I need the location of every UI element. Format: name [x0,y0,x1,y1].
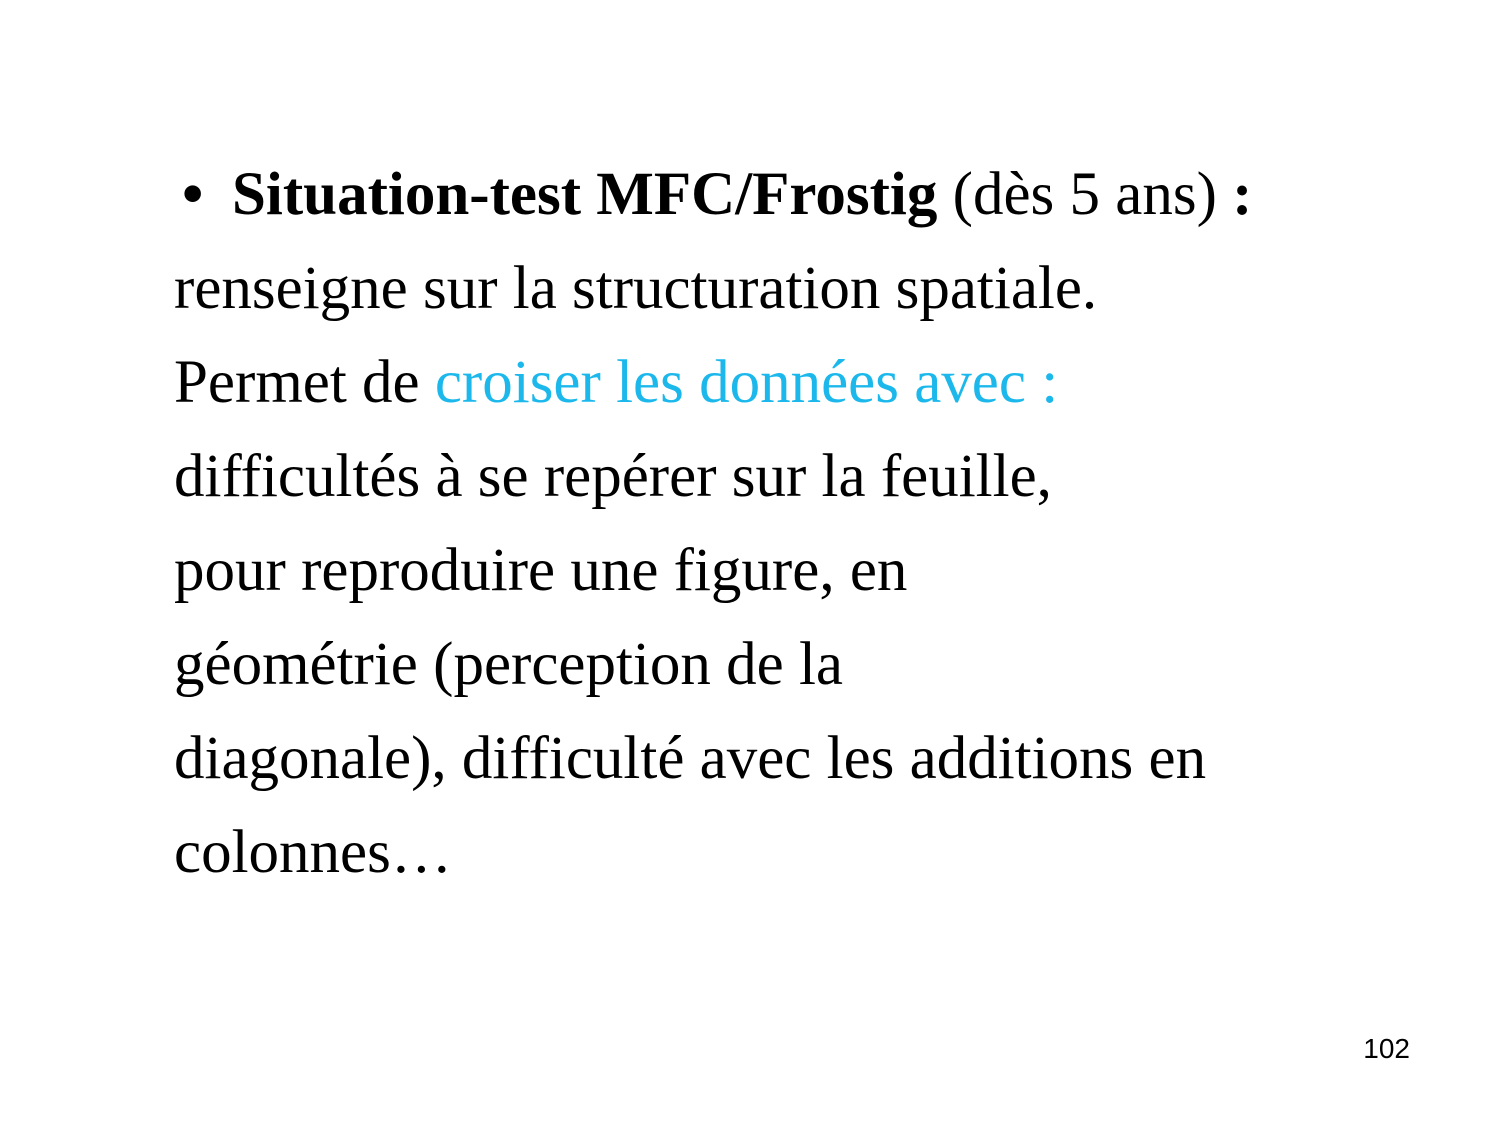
text-line-5: pour reproduire une figure, en [174,537,908,604]
slide-body: • Situation-test MFC/Frostig (dès 5 ans) … [174,148,1404,900]
text-line-4: difficultés à se repérer sur la feuille, [174,443,1052,510]
age-note: (dès 5 ans) [937,161,1233,228]
text-line-2: renseigne sur la structuration spatiale. [174,255,1098,322]
heading-colon: : [1232,161,1253,228]
text-line-8: colonnes… [174,819,452,886]
text-line-3: Permet de croiser les données avec : [174,336,1404,430]
bullet-icon: • [182,161,204,228]
slide: • Situation-test MFC/Frostig (dès 5 ans) … [0,0,1500,1125]
text-line-6: géométrie (perception de la [174,631,843,698]
bullet-item: • Situation-test MFC/Frostig (dès 5 ans) … [174,148,1404,242]
line3-prefix: Permet de [174,349,435,416]
text-line-7: diagonale), difficulté avec les addition… [174,725,1207,792]
test-name: Situation-test MFC/Frostig [232,161,938,228]
page-number: 102 [1363,1033,1410,1064]
highlighted-text: croiser les données avec : [434,349,1059,416]
